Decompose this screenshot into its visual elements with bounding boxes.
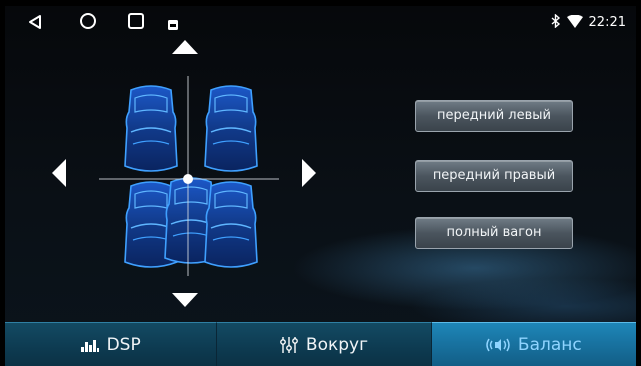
full-car-button[interactable]: полный вагон: [415, 217, 573, 249]
clock: 22:21: [588, 15, 626, 30]
wifi-icon: [566, 13, 583, 32]
arrow-up-icon[interactable]: [171, 39, 199, 59]
arrow-left-icon[interactable]: [51, 158, 67, 192]
status-bar: 22:21: [5, 6, 636, 36]
bottom-tab-bar: DSP Вокруг Баланс: [5, 322, 636, 366]
tab-balance[interactable]: Баланс: [431, 322, 636, 366]
front-right-button[interactable]: передний правый: [415, 160, 573, 192]
recents-icon[interactable]: [127, 12, 145, 34]
home-icon[interactable]: [79, 12, 97, 34]
screenshot-icon: [167, 16, 179, 35]
bluetooth-icon: [551, 13, 561, 32]
seat-front-right: [204, 85, 258, 172]
sliders-icon: [280, 336, 298, 354]
tab-surround[interactable]: Вокруг: [217, 322, 432, 366]
seat-balance-diagram[interactable]: [99, 76, 279, 276]
seat-rear-right: [204, 181, 258, 268]
tab-dsp[interactable]: DSP: [5, 322, 218, 366]
equalizer-icon: [80, 338, 99, 352]
front-left-button[interactable]: передний левый: [415, 100, 573, 132]
app-screen: 22:21 передний левый передний правый пол…: [5, 6, 636, 366]
back-icon[interactable]: [27, 14, 43, 34]
tab-balance-label: Баланс: [517, 335, 582, 355]
arrow-right-icon[interactable]: [301, 158, 317, 192]
tab-dsp-label: DSP: [106, 335, 141, 355]
seat-front-left: [124, 85, 178, 172]
speaker-icon: [486, 338, 510, 352]
tab-surround-label: Вокруг: [305, 335, 369, 355]
arrow-down-icon[interactable]: [171, 292, 199, 312]
balance-point[interactable]: [183, 174, 193, 184]
